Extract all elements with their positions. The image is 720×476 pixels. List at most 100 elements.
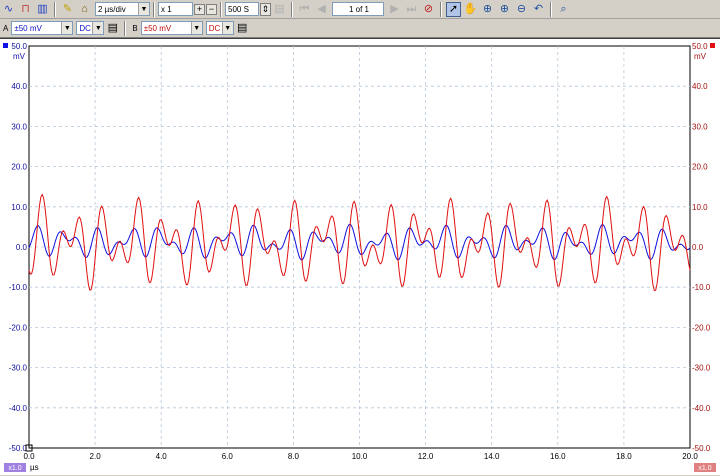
first-page-icon[interactable]: ⏮ <box>297 2 312 17</box>
separator <box>153 1 155 17</box>
main-toolbar: ∿ ⊓ ▥ ✎ ⌂ 2 µs/div ▼ x 1 + − 500 S ⇕ ▤ ⏮… <box>0 0 720 19</box>
y-tick-label-a: 40.0 <box>11 82 27 91</box>
y-unit-a: mV <box>13 52 26 61</box>
channel-a-range-select[interactable]: ±50 mV ▼ <box>11 21 74 35</box>
y-tick-label-a: -20.0 <box>9 323 28 332</box>
channel-a-marker <box>3 43 8 48</box>
channel-a-options-icon[interactable]: ▤ <box>105 21 120 36</box>
chevron-down-icon[interactable]: ▼ <box>138 3 149 15</box>
separator <box>54 1 56 17</box>
channel-b-range-select[interactable]: ±50 mV ▼ <box>140 21 203 35</box>
x-tick-label: 12.0 <box>418 452 434 461</box>
spectrum-mode-icon[interactable]: ▥ <box>35 2 50 17</box>
y-tick-label-a: 10.0 <box>11 203 27 212</box>
chevron-down-icon[interactable]: ▼ <box>190 22 202 34</box>
channel-b-coupling-select[interactable]: DC ▼ <box>205 21 234 35</box>
right-axis-ticks: 50.0 40.0 30.0 20.0 10.0 0.0 -10.0 -20.0 -30.0 -4… <box>692 42 715 453</box>
scope-view[interactable]: 50.0 40.0 30.0 20.0 10.0 0.0 -10.0 -20.0 -30.0 -4… <box>0 38 720 475</box>
channel-a-coupling-select[interactable]: DC ▼ <box>76 21 105 35</box>
x-unit-label: µs <box>30 463 39 472</box>
timebase-select[interactable]: 2 µs/div ▼ <box>95 2 150 16</box>
channel-b-coupling: DC <box>208 23 221 33</box>
zoom-value: x 1 <box>161 4 172 14</box>
y-tick-label-b: -30.0 <box>692 364 711 373</box>
channel-b-marker <box>710 43 715 48</box>
wand-icon[interactable]: ✎ <box>60 2 75 17</box>
undo-zoom-icon[interactable]: ↶ <box>531 2 546 17</box>
y-tick-label-a: 50.0 <box>11 42 27 51</box>
y-tick-label-a: 20.0 <box>11 163 27 172</box>
y-tick-label-a: -10.0 <box>9 283 28 292</box>
waveform-chart[interactable]: 50.0 40.0 30.0 20.0 10.0 0.0 -10.0 -20.0 -30.0 -4… <box>0 39 720 476</box>
zoom-field[interactable]: x 1 <box>158 2 193 16</box>
last-page-icon[interactable]: ⏭ <box>404 2 419 17</box>
settings-icon[interactable]: ▤ <box>272 2 287 17</box>
y-tick-label-b: 50.0 <box>692 42 708 51</box>
channel-b-scale-text: x1.0 <box>698 465 711 472</box>
grid <box>28 45 691 449</box>
page-indicator: 1 of 1 <box>332 2 384 16</box>
channel-b-range: ±50 mV <box>143 23 172 33</box>
scope-mode-icon[interactable]: ∿ <box>1 2 16 17</box>
zoom-out-icon[interactable]: ⊖ <box>514 2 529 17</box>
hand-icon[interactable]: ✋ <box>463 2 478 17</box>
zoom-fit-icon[interactable]: ⌕ <box>556 2 571 17</box>
x-tick-label: 8.0 <box>288 452 300 461</box>
persistence-mode-icon[interactable]: ⊓ <box>18 2 33 17</box>
timebase-value: 2 µs/div <box>98 4 126 14</box>
y-tick-label-a: 0.0 <box>16 243 28 252</box>
channel-b-options-icon[interactable]: ▤ <box>235 21 250 36</box>
separator <box>550 1 552 17</box>
chevron-down-icon[interactable]: ▼ <box>92 22 104 34</box>
channel-a-label: A <box>3 23 9 33</box>
zoom-in-icon[interactable]: ⊕ <box>480 2 495 17</box>
stop-icon[interactable]: ⊘ <box>421 2 436 17</box>
x-tick-label: 6.0 <box>222 452 234 461</box>
channel-a-range: ±50 mV <box>14 23 42 33</box>
zoom-plus-button[interactable]: + <box>194 3 205 15</box>
y-tick-label-a: -40.0 <box>9 404 28 413</box>
y-tick-label-b: -20.0 <box>692 323 711 332</box>
chevron-down-icon[interactable]: ▼ <box>221 22 233 34</box>
x-axis-ticks: 0.0 2.0 4.0 6.0 8.0 10.0 12.0 14.0 16.0 18.0 20.0 µ… <box>23 452 698 472</box>
left-axis-ticks: 50.0 40.0 30.0 20.0 10.0 0.0 -10.0 -20.0 -30.0 -4… <box>3 42 28 453</box>
chevron-down-icon[interactable]: ▼ <box>61 22 73 34</box>
y-tick-label-a: 30.0 <box>11 122 27 131</box>
plus-icon: + <box>196 3 203 14</box>
page-value: 1 of 1 <box>348 4 369 14</box>
y-tick-label-b: 40.0 <box>692 82 708 91</box>
x-tick-label: 14.0 <box>484 452 500 461</box>
samples-value: 500 S <box>228 4 249 14</box>
channel-b-label: B <box>132 23 138 33</box>
x-tick-label: 16.0 <box>550 452 566 461</box>
channel-toolbar: A ±50 mV ▼ DC ▼ ▤ B ±50 mV ▼ DC ▼ ▤ <box>0 19 720 38</box>
previous-page-icon[interactable]: ◀ <box>314 2 329 17</box>
zoom-area-icon[interactable]: ⊕ <box>497 2 512 17</box>
samples-spinner[interactable]: ⇕ <box>260 2 271 16</box>
separator <box>291 1 293 17</box>
y-tick-label-a: -30.0 <box>9 364 28 373</box>
y-tick-label-b: 10.0 <box>692 203 708 212</box>
next-page-icon[interactable]: ▶ <box>387 2 402 17</box>
channel-a-coupling: DC <box>79 23 91 33</box>
y-tick-label-b: 20.0 <box>692 163 708 172</box>
x-tick-label: 2.0 <box>90 452 102 461</box>
x-tick-label: 0.0 <box>23 452 35 461</box>
pointer-icon[interactable]: ➚ <box>446 1 461 17</box>
y-tick-label-b: 30.0 <box>692 122 708 131</box>
y-unit-b: mV <box>694 52 707 61</box>
channel-a-scale-text: x1.0 <box>8 465 21 472</box>
home-icon[interactable]: ⌂ <box>77 2 92 17</box>
x-tick-label: 10.0 <box>352 452 368 461</box>
minus-icon: − <box>208 3 215 14</box>
x-tick-label: 18.0 <box>616 452 632 461</box>
separator <box>440 1 442 17</box>
y-tick-label-b: 0.0 <box>692 243 704 252</box>
x-tick-label: 4.0 <box>156 452 168 461</box>
zoom-minus-button[interactable]: − <box>206 3 217 15</box>
x-tick-label: 20.0 <box>682 452 698 461</box>
samples-field[interactable]: 500 S <box>225 2 259 16</box>
y-tick-label-b: -40.0 <box>692 404 711 413</box>
separator <box>220 1 222 17</box>
y-tick-label-b: -10.0 <box>692 283 711 292</box>
